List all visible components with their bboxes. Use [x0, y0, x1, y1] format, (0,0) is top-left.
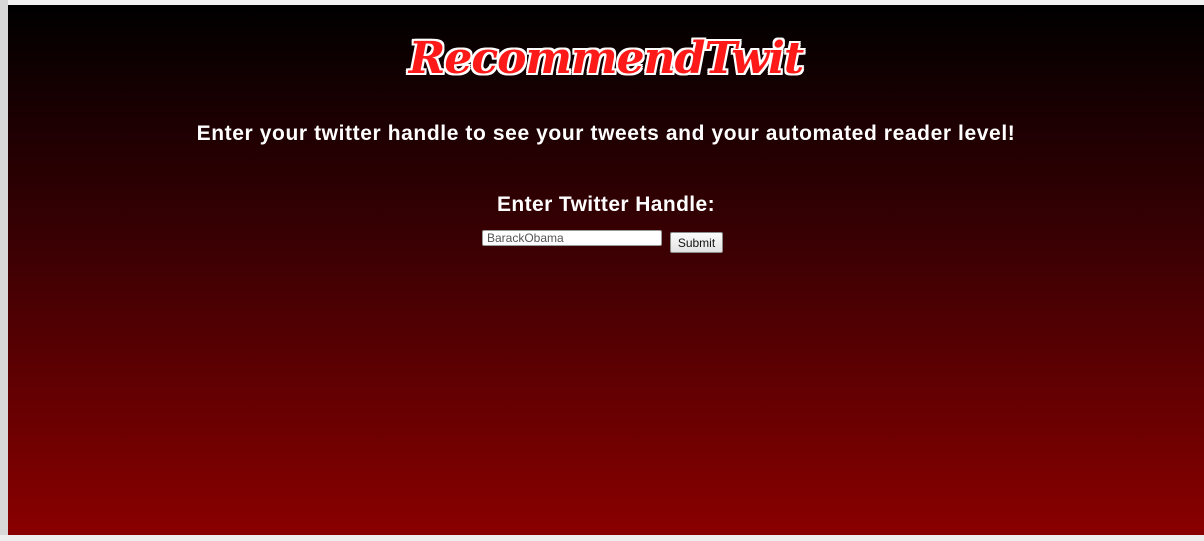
browser-window: RecommendTwit Enter your twitter handle … [0, 0, 1204, 541]
twitter-handle-input[interactable] [482, 230, 662, 246]
site-logo: RecommendTwit [408, 33, 804, 84]
page-viewport[interactable]: RecommendTwit Enter your twitter handle … [8, 5, 1204, 535]
window-edge [0, 0, 8, 541]
status-strip [0, 535, 1204, 541]
handle-form: Submit [482, 230, 742, 256]
submit-button[interactable]: Submit [670, 232, 723, 253]
form-title: Enter Twitter Handle: [496, 193, 716, 216]
page-headline: Enter your twitter handle to see your tw… [196, 122, 1016, 145]
